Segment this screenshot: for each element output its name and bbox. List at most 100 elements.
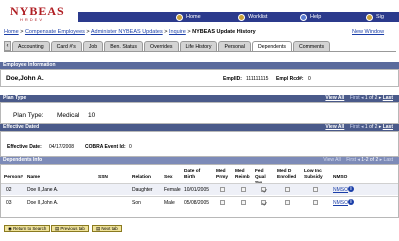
- effective-date-label: Effective Date:: [7, 144, 42, 150]
- previous-tab-icon: ▤: [55, 226, 60, 231]
- effective-first-link[interactable]: First: [350, 124, 360, 130]
- breadcrumb: Home > Compensate Employees > Administer…: [4, 29, 256, 35]
- new-window-link[interactable]: New Window: [352, 29, 384, 35]
- dependents-first-link[interactable]: First: [346, 157, 356, 163]
- effective-view-all-link[interactable]: View All: [325, 124, 344, 130]
- effective-dated-header: Effective Dated View All First ◂ 1 of 2 …: [0, 124, 399, 131]
- tab-comments[interactable]: Comments: [292, 41, 331, 51]
- dependents-prev-icon[interactable]: ◂: [357, 157, 360, 163]
- dependents-nav: View All First ◂ 1-2 of 2 ▸ Last: [323, 157, 393, 164]
- help-icon: [300, 13, 307, 21]
- effective-range: 1 of 2: [364, 124, 378, 130]
- plan-type-header: Plan Type View All First ◂ 1 of 2 ▸ Last: [0, 95, 399, 102]
- plan-first-link[interactable]: First: [350, 95, 360, 101]
- plan-type-nav: View All First ◂ 1 of 2 ▸ Last: [325, 95, 393, 102]
- empl-rcd-value: 0: [308, 76, 311, 82]
- effective-dated-title: Effective Dated: [3, 124, 40, 130]
- tab-personal[interactable]: Personal: [218, 41, 251, 51]
- row-person: 03: [6, 200, 12, 206]
- nav-worklist[interactable]: Worklist: [238, 12, 267, 22]
- med-prmy-checkbox[interactable]: [220, 200, 225, 205]
- plan-prev-icon[interactable]: ◂: [361, 95, 364, 101]
- effective-last-link[interactable]: Last: [383, 124, 393, 130]
- med-reimb-checkbox[interactable]: [241, 187, 246, 192]
- return-icon: ◉: [8, 226, 12, 231]
- breadcrumb-compensate[interactable]: Compensate Employees: [25, 29, 85, 35]
- med-reimb-checkbox[interactable]: [241, 200, 246, 205]
- effective-dated-nav: View All First ◂ 1 of 2 ▸ Last: [325, 124, 393, 131]
- nmso-link[interactable]: NMSO: [333, 200, 348, 206]
- dependents-info-header: Dependents Info View All First ◂ 1-2 of …: [0, 157, 399, 164]
- employee-info-box: Doe,John A. EmplID: 111111115 Empl Rcd#:…: [0, 69, 399, 87]
- home-icon: [176, 13, 183, 21]
- next-tab-icon: ▤: [96, 226, 101, 231]
- fed-qual-checkbox[interactable]: [261, 187, 266, 192]
- nav-worklist-label: Worklist: [248, 14, 268, 20]
- global-nav: Home Worklist Help Sig: [78, 12, 399, 22]
- tab-ben-status[interactable]: Ben. Status: [104, 41, 144, 51]
- effective-date-value: 04/17/2008: [49, 144, 75, 150]
- plan-code-value: 10: [88, 112, 96, 119]
- employee-info-title: Employee Information: [3, 62, 56, 68]
- breadcrumb-home[interactable]: Home: [4, 29, 19, 35]
- cobra-event-value: 0: [129, 144, 132, 150]
- dependents-grid-header: Person# Name SSN Relation Sex Date of Bi…: [1, 165, 398, 186]
- nav-signout[interactable]: Sig: [366, 12, 384, 22]
- fed-qual-checkbox[interactable]: [261, 200, 266, 205]
- tab-scroll-left-icon[interactable]: ‹: [4, 41, 11, 51]
- nav-help[interactable]: Help: [300, 12, 321, 22]
- breadcrumb-administer[interactable]: Administer NYBEAS Updates: [91, 29, 163, 35]
- row-person: 02: [6, 187, 12, 193]
- next-tab-label: Next tab: [101, 226, 118, 231]
- previous-tab-button[interactable]: ▤ Previous tab: [51, 225, 89, 232]
- plan-type-box: Plan Type: Medical 10: [0, 102, 399, 124]
- return-to-search-button[interactable]: ◉ Return to Search: [4, 225, 51, 232]
- med-d-checkbox[interactable]: [285, 200, 290, 205]
- top-header: NYBEAS HRDEV Home Worklist Help Sig: [0, 0, 399, 26]
- row-dob: 05/08/2005: [184, 200, 210, 206]
- signout-icon: [366, 13, 373, 21]
- plan-next-icon[interactable]: ▸: [379, 95, 382, 101]
- nmso-link[interactable]: NMSO: [333, 187, 348, 193]
- return-to-search-label: Return to Search: [13, 226, 47, 231]
- dependents-grid: Person# Name SSN Relation Sex Date of Bi…: [0, 164, 399, 218]
- med-prmy-checkbox[interactable]: [220, 187, 225, 192]
- tab-overrides[interactable]: Overrides: [144, 41, 179, 51]
- tab-life-history[interactable]: Life History: [179, 41, 218, 51]
- tab-job[interactable]: Job: [82, 41, 104, 51]
- dependents-info-title: Dependents Info: [3, 157, 43, 163]
- col-nmso: NMSO: [333, 175, 348, 180]
- nav-home-label: Home: [186, 14, 201, 20]
- info-icon[interactable]: i: [348, 199, 354, 205]
- low-inc-checkbox[interactable]: [313, 200, 318, 205]
- med-d-checkbox[interactable]: [285, 187, 290, 192]
- cobra-event-label: COBRA Event Id:: [85, 144, 126, 150]
- table-row: 03 Doe II,John A. Son Male 05/08/2005 NM…: [1, 196, 398, 208]
- plan-last-link[interactable]: Last: [383, 95, 393, 101]
- effective-prev-icon[interactable]: ◂: [361, 124, 364, 130]
- dependents-last-link[interactable]: Last: [384, 157, 393, 163]
- low-inc-checkbox[interactable]: [313, 187, 318, 192]
- effective-next-icon[interactable]: ▸: [379, 124, 382, 130]
- tab-card-numbers[interactable]: Card #'s: [50, 41, 82, 51]
- info-icon[interactable]: i: [348, 186, 354, 192]
- next-tab-button[interactable]: ▤ Next tab: [92, 225, 122, 232]
- tab-dependents[interactable]: Dependents: [251, 41, 292, 51]
- breadcrumb-separator: >: [86, 29, 90, 35]
- col-med-d: Med D Enrolled: [277, 169, 297, 180]
- dependents-view-all-link[interactable]: View All: [323, 157, 340, 163]
- plan-view-all-link[interactable]: View All: [325, 95, 344, 101]
- plan-type-value: Medical: [57, 112, 80, 119]
- plan-type-title: Plan Type: [3, 95, 27, 101]
- breadcrumb-inquire[interactable]: Inquire: [169, 29, 186, 35]
- col-low-inc: Low Inc Subsidy: [304, 169, 323, 180]
- nav-home[interactable]: Home: [176, 12, 201, 22]
- effective-dated-box: Effective Date: 04/17/2008 COBRA Event I…: [0, 131, 399, 157]
- breadcrumb-separator: >: [187, 29, 191, 35]
- tab-bar: ‹ Accounting Card #'s Job Ben. Status Ov…: [4, 40, 396, 51]
- col-dob: Date of Birth: [184, 169, 201, 180]
- tab-accounting[interactable]: Accounting: [12, 41, 50, 51]
- dependents-next-icon[interactable]: ▸: [380, 157, 383, 163]
- col-ssn: SSN: [98, 175, 108, 180]
- nav-signout-label: Sig: [376, 14, 384, 20]
